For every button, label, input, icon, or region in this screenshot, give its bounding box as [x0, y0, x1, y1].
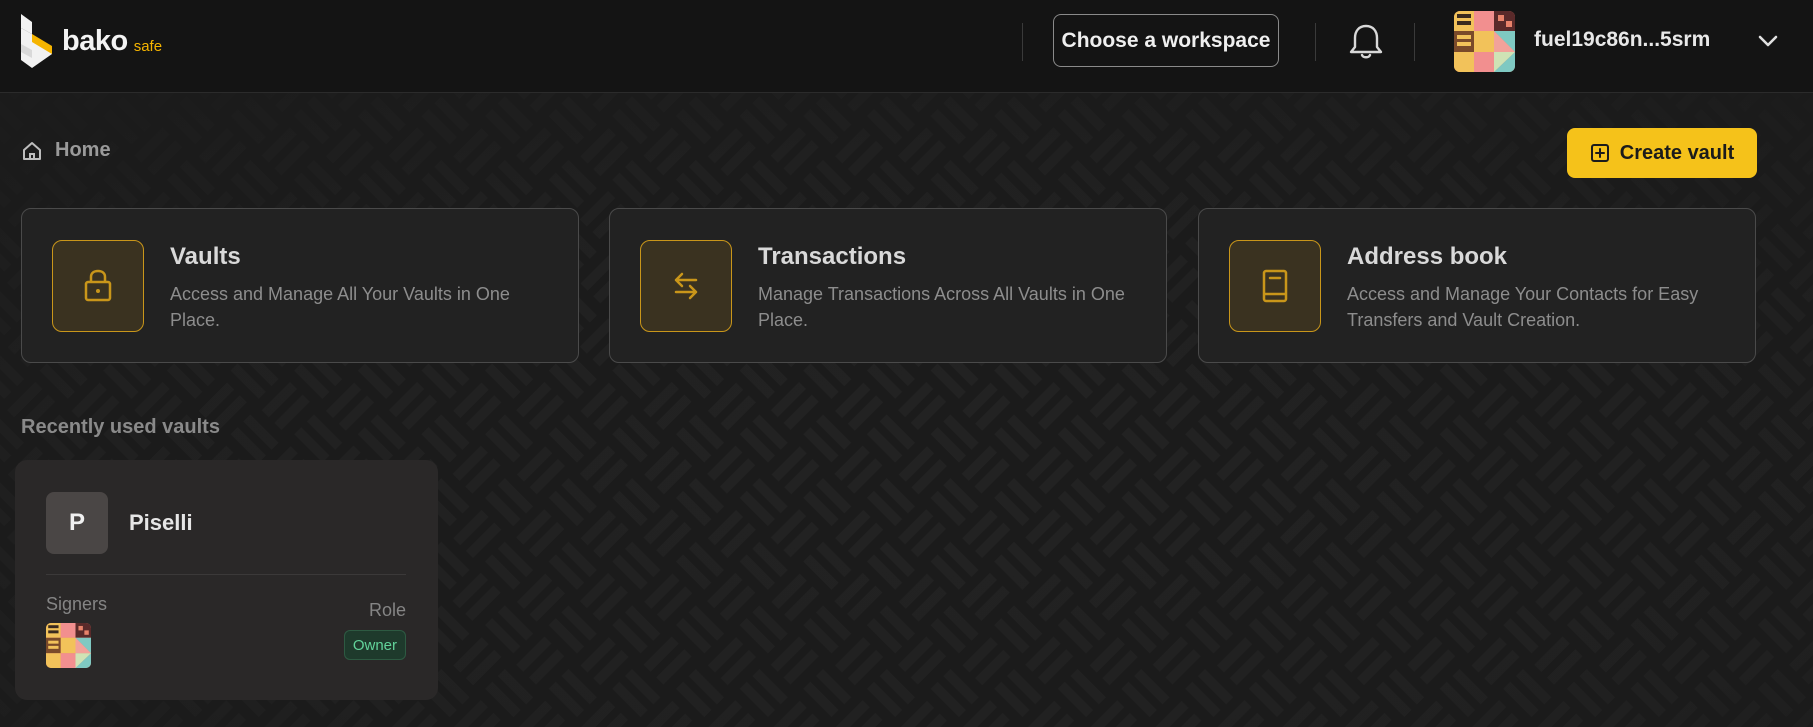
breadcrumb[interactable]: Home: [21, 139, 111, 162]
address-book-card-description: Access and Manage Your Contacts for Easy…: [1347, 284, 1699, 330]
address-book-card-title: Address book: [1347, 243, 1508, 270]
vault-avatar: P: [46, 492, 108, 554]
vault-name: Piselli: [129, 510, 193, 535]
account-address[interactable]: fuel19c86n...5srm: [1534, 28, 1710, 52]
main-content: Home Create vault Vaults Access and Mana…: [0, 92, 1813, 727]
transactions-card-description: Manage Transactions Across All Vaults in…: [758, 284, 1125, 330]
divider: [46, 574, 406, 575]
transactions-card-title: Transactions: [758, 243, 907, 270]
address-book-card[interactable]: Address book Access and Manage Your Cont…: [1198, 208, 1756, 363]
vault-card[interactable]: P Piselli Signers Role Owner: [15, 460, 438, 700]
transactions-card-icon-box: [640, 240, 732, 332]
transactions-card[interactable]: Transactions Manage Transactions Across …: [609, 208, 1167, 363]
book-icon: [1262, 269, 1288, 303]
vaults-card-description: Access and Manage All Your Vaults in One…: [170, 284, 510, 330]
app-page: bako safe Choose a workspace fuel19c86n.…: [0, 0, 1813, 727]
lock-icon: [84, 269, 112, 302]
account-avatar[interactable]: [1454, 11, 1515, 72]
notification-bell-icon[interactable]: [1348, 22, 1384, 60]
create-vault-button[interactable]: Create vault: [1567, 128, 1757, 178]
breadcrumb-home[interactable]: Home: [55, 139, 111, 162]
header-divider: [1414, 23, 1415, 61]
role-badge: Owner: [343, 630, 406, 660]
chevron-down-icon[interactable]: [1755, 28, 1781, 54]
create-vault-label: Create vault: [1619, 141, 1735, 164]
signers-label: Signers: [46, 594, 108, 614]
choose-workspace-button[interactable]: Choose a workspace: [1053, 14, 1279, 67]
recent-vaults-heading: Recently used vaults: [21, 416, 220, 438]
signer-avatar: [46, 623, 91, 668]
header-divider: [1315, 23, 1316, 61]
bako-logo-icon: [21, 14, 52, 68]
transfer-arrows-icon: [674, 272, 698, 300]
vaults-card-icon-box: [52, 240, 144, 332]
logo-subtitle: safe: [133, 37, 163, 55]
vaults-card[interactable]: Vaults Access and Manage All Your Vaults…: [21, 208, 579, 363]
bako-logo[interactable]: bako safe: [18, 14, 162, 68]
plus-square-icon: [1590, 144, 1609, 162]
header-divider: [1022, 23, 1023, 61]
top-header: bako safe Choose a workspace fuel19c86n.…: [0, 0, 1813, 93]
logo-wordmark: bako: [62, 24, 128, 57]
role-label: Role: [368, 600, 406, 620]
home-icon: [23, 141, 41, 160]
address-book-card-icon-box: [1229, 240, 1321, 332]
vaults-card-title: Vaults: [170, 243, 241, 270]
